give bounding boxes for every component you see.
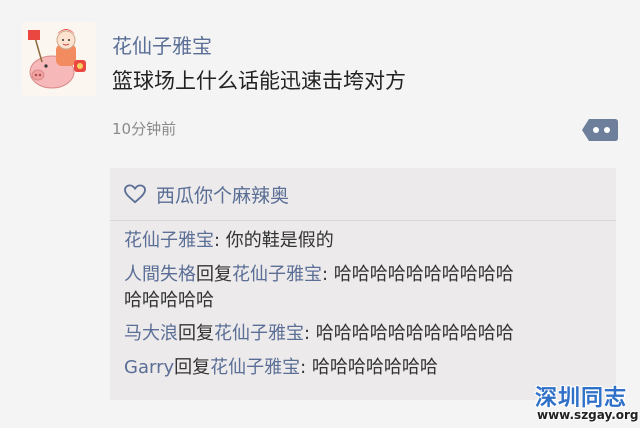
comment-item[interactable]: 马大浪回复花仙子雅宝: 哈哈哈哈哈哈哈哈哈哈哈 — [124, 321, 610, 347]
reply-target[interactable]: 花仙子雅宝 — [214, 323, 304, 344]
more-options-button[interactable] — [581, 117, 619, 143]
comment-item[interactable]: Garry回复花仙子雅宝: 哈哈哈哈哈哈哈 — [124, 355, 610, 381]
post-time: 10分钟前 — [112, 120, 177, 138]
heart-icon — [124, 184, 146, 204]
watermark-url: www.szgay.org — [537, 408, 639, 422]
likes-row: 西瓜你个麻辣奥 — [110, 168, 616, 218]
likes-comments-box: 西瓜你个麻辣奥 花仙子雅宝: 你的鞋是假的 人間失格回复花仙子雅宝: 哈哈哈哈哈… — [110, 168, 616, 400]
comment-author[interactable]: 花仙子雅宝 — [124, 230, 214, 251]
pig-avatar-image — [22, 22, 96, 96]
comment-separator: : — [322, 264, 334, 285]
comment-separator: : — [300, 357, 312, 378]
comment-author[interactable]: 马大浪 — [124, 323, 178, 344]
reply-word: 回复 — [178, 323, 214, 344]
reply-word: 回复 — [196, 264, 232, 285]
reply-target[interactable]: 花仙子雅宝 — [210, 357, 300, 378]
reply-target[interactable]: 花仙子雅宝 — [232, 264, 322, 285]
comment-author[interactable]: 人間失格 — [124, 264, 196, 285]
comment-text: 哈哈哈哈哈哈哈 — [311, 357, 438, 378]
comment-item[interactable]: 花仙子雅宝: 你的鞋是假的 — [124, 228, 610, 254]
like-user-name[interactable]: 西瓜你个麻辣奥 — [156, 181, 289, 208]
post-content: 篮球场上什么话能迅速击垮对方 — [112, 69, 406, 93]
more-dots-icon — [582, 119, 618, 141]
post-author-name[interactable]: 花仙子雅宝 — [112, 30, 212, 59]
comment-separator: : — [304, 323, 316, 344]
avatar[interactable] — [22, 22, 96, 96]
comment-text: 你的鞋是假的 — [225, 230, 334, 251]
comment-text-continued: 哈哈哈哈哈 — [124, 290, 214, 311]
comment-author[interactable]: Garry — [124, 357, 174, 378]
divider — [110, 220, 616, 221]
reply-word: 回复 — [174, 357, 211, 378]
comment-text: 哈哈哈哈哈哈哈哈哈哈哈 — [315, 323, 514, 344]
comment-item[interactable]: 人間失格回复花仙子雅宝: 哈哈哈哈哈哈哈哈哈哈 哈哈哈哈哈 — [124, 262, 610, 314]
comment-separator: : — [214, 230, 226, 251]
comment-text: 哈哈哈哈哈哈哈哈哈哈 — [333, 264, 514, 285]
